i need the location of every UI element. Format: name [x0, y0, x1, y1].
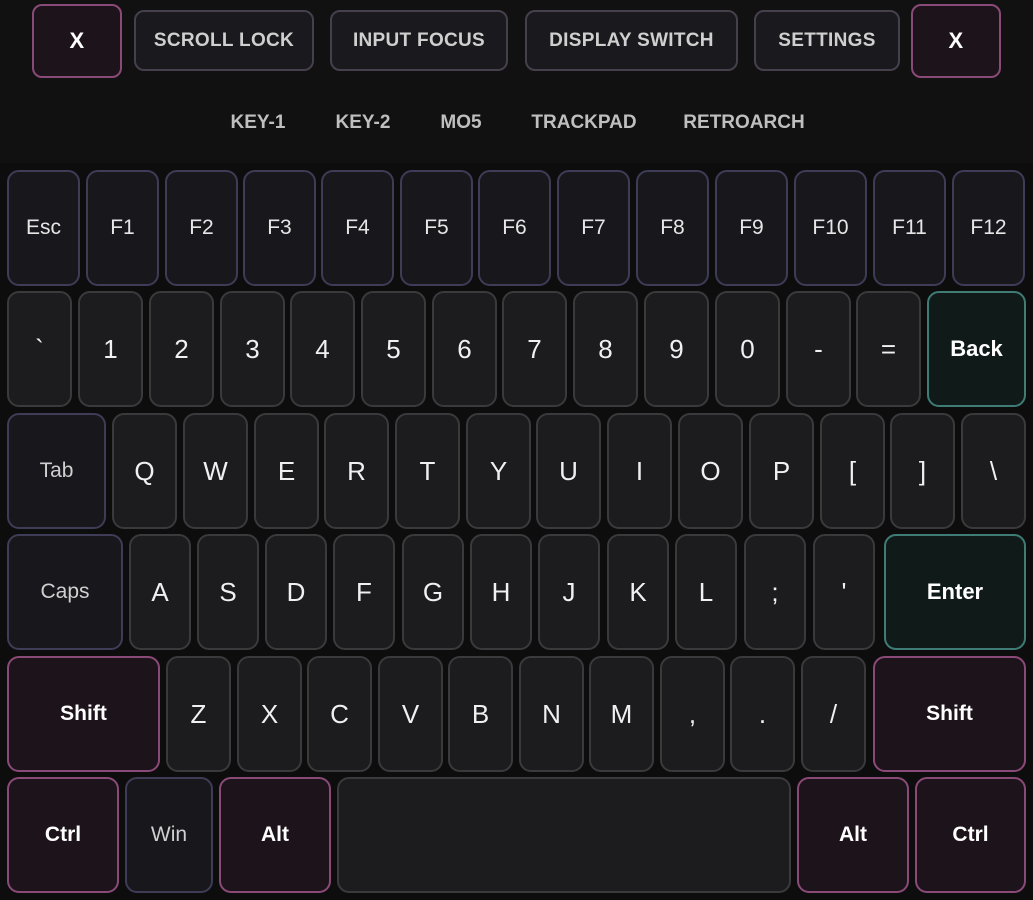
- key-f6[interactable]: F6: [478, 170, 551, 286]
- key-y[interactable]: Y: [466, 413, 531, 529]
- tab-mo5[interactable]: MO5: [440, 108, 481, 138]
- key-1[interactable]: 1: [78, 291, 143, 407]
- key-equals[interactable]: =: [856, 291, 921, 407]
- key-t[interactable]: T: [395, 413, 460, 529]
- key-f3[interactable]: F3: [243, 170, 316, 286]
- scroll-lock-button[interactable]: SCROLL LOCK: [134, 10, 314, 71]
- tab-key-1[interactable]: KEY-1: [231, 108, 286, 138]
- key-a[interactable]: A: [129, 534, 191, 650]
- layout-tabs: KEY-1 KEY-2 MO5 TRACKPAD RETROARCH: [0, 108, 1033, 138]
- key-o[interactable]: O: [678, 413, 743, 529]
- key-4[interactable]: 4: [290, 291, 355, 407]
- key-left-alt[interactable]: Alt: [219, 777, 331, 893]
- key-f8[interactable]: F8: [636, 170, 709, 286]
- key-right-ctrl[interactable]: Ctrl: [915, 777, 1026, 893]
- key-right-alt[interactable]: Alt: [797, 777, 909, 893]
- key-l[interactable]: L: [675, 534, 737, 650]
- key-minus[interactable]: -: [786, 291, 851, 407]
- tab-key-2[interactable]: KEY-2: [336, 108, 391, 138]
- key-u[interactable]: U: [536, 413, 601, 529]
- top-toolbar: X SCROLL LOCK INPUT FOCUS DISPLAY SWITCH…: [0, 0, 1033, 163]
- key-p[interactable]: P: [749, 413, 814, 529]
- key-left-ctrl[interactable]: Ctrl: [7, 777, 119, 893]
- tab-trackpad[interactable]: TRACKPAD: [531, 108, 636, 138]
- display-switch-button[interactable]: DISPLAY SWITCH: [525, 10, 738, 71]
- key-v[interactable]: V: [378, 656, 443, 772]
- key-0[interactable]: 0: [715, 291, 780, 407]
- input-focus-button[interactable]: INPUT FOCUS: [330, 10, 508, 71]
- key-i[interactable]: I: [607, 413, 672, 529]
- key-f4[interactable]: F4: [321, 170, 394, 286]
- key-q[interactable]: Q: [112, 413, 177, 529]
- key-r[interactable]: R: [324, 413, 389, 529]
- function-row: Esc F1 F2 F3 F4 F5 F6 F7 F8 F9 F10 F11 F…: [0, 170, 1033, 286]
- key-f9[interactable]: F9: [715, 170, 788, 286]
- key-7[interactable]: 7: [502, 291, 567, 407]
- key-e[interactable]: E: [254, 413, 319, 529]
- home-row: Caps A S D F G H J K L ; ' Enter: [0, 534, 1033, 650]
- key-right-shift[interactable]: Shift: [873, 656, 1026, 772]
- key-enter[interactable]: Enter: [884, 534, 1026, 650]
- key-backspace[interactable]: Back: [927, 291, 1026, 407]
- key-left-bracket[interactable]: [: [820, 413, 885, 529]
- key-backslash[interactable]: \: [961, 413, 1026, 529]
- key-f2[interactable]: F2: [165, 170, 238, 286]
- key-9[interactable]: 9: [644, 291, 709, 407]
- key-f7[interactable]: F7: [557, 170, 630, 286]
- tab-retroarch[interactable]: RETROARCH: [683, 108, 804, 138]
- key-2[interactable]: 2: [149, 291, 214, 407]
- number-row: ` 1 2 3 4 5 6 7 8 9 0 - = Back: [0, 291, 1033, 407]
- key-f[interactable]: F: [333, 534, 395, 650]
- shift-row: Shift Z X C V B N M , . / Shift: [0, 656, 1033, 772]
- key-8[interactable]: 8: [573, 291, 638, 407]
- key-d[interactable]: D: [265, 534, 327, 650]
- key-space[interactable]: [337, 777, 791, 893]
- key-apostrophe[interactable]: ': [813, 534, 875, 650]
- key-esc[interactable]: Esc: [7, 170, 80, 286]
- key-3[interactable]: 3: [220, 291, 285, 407]
- close-right-button[interactable]: X: [911, 4, 1001, 78]
- key-f10[interactable]: F10: [794, 170, 867, 286]
- key-n[interactable]: N: [519, 656, 584, 772]
- settings-button[interactable]: SETTINGS: [754, 10, 900, 71]
- key-g[interactable]: G: [402, 534, 464, 650]
- key-w[interactable]: W: [183, 413, 248, 529]
- key-left-shift[interactable]: Shift: [7, 656, 160, 772]
- virtual-keyboard: Esc F1 F2 F3 F4 F5 F6 F7 F8 F9 F10 F11 F…: [0, 163, 1033, 900]
- key-s[interactable]: S: [197, 534, 259, 650]
- key-z[interactable]: Z: [166, 656, 231, 772]
- key-win[interactable]: Win: [125, 777, 213, 893]
- key-comma[interactable]: ,: [660, 656, 725, 772]
- key-backtick[interactable]: `: [7, 291, 72, 407]
- key-caps-lock[interactable]: Caps: [7, 534, 123, 650]
- key-x[interactable]: X: [237, 656, 302, 772]
- key-j[interactable]: J: [538, 534, 600, 650]
- key-k[interactable]: K: [607, 534, 669, 650]
- key-b[interactable]: B: [448, 656, 513, 772]
- bottom-row: Ctrl Win Alt Alt Ctrl: [0, 777, 1033, 893]
- key-tab[interactable]: Tab: [7, 413, 106, 529]
- key-right-bracket[interactable]: ]: [890, 413, 955, 529]
- key-6[interactable]: 6: [432, 291, 497, 407]
- key-f5[interactable]: F5: [400, 170, 473, 286]
- key-slash[interactable]: /: [801, 656, 866, 772]
- close-left-button[interactable]: X: [32, 4, 122, 78]
- key-m[interactable]: M: [589, 656, 654, 772]
- key-f1[interactable]: F1: [86, 170, 159, 286]
- key-period[interactable]: .: [730, 656, 795, 772]
- qwerty-row: Tab Q W E R T Y U I O P [ ] \: [0, 413, 1033, 529]
- key-f12[interactable]: F12: [952, 170, 1025, 286]
- key-c[interactable]: C: [307, 656, 372, 772]
- key-h[interactable]: H: [470, 534, 532, 650]
- key-5[interactable]: 5: [361, 291, 426, 407]
- key-f11[interactable]: F11: [873, 170, 946, 286]
- key-semicolon[interactable]: ;: [744, 534, 806, 650]
